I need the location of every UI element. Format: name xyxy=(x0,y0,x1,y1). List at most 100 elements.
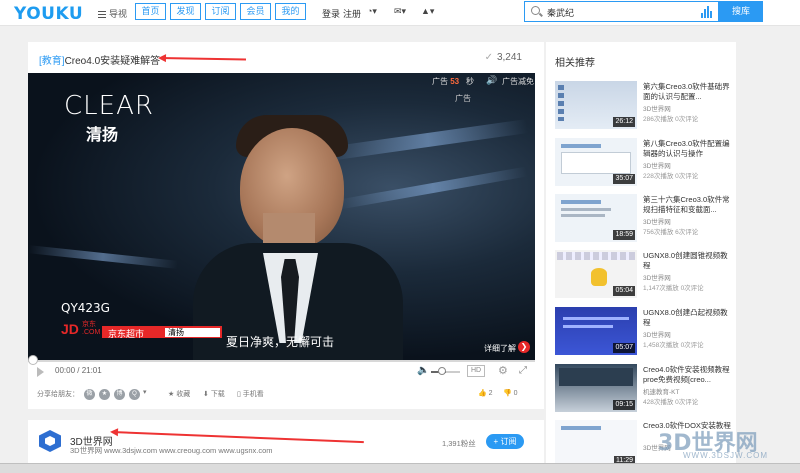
register-link[interactable]: 注册 xyxy=(343,7,361,20)
nav-tab-discover[interactable]: 发现 xyxy=(170,3,201,20)
video-thumbnail[interactable]: 11:29 xyxy=(555,420,637,468)
ad-seconds-unit: 秒 xyxy=(466,77,474,86)
rec-title[interactable]: Creo4.0软件安装视频教程proe免费视频[creo... xyxy=(643,365,735,385)
avatar[interactable] xyxy=(39,430,61,452)
search-input[interactable]: 秦武纪 xyxy=(547,6,574,19)
rec-author[interactable]: 机速教育-KT xyxy=(643,386,679,396)
volume-handle[interactable] xyxy=(438,367,446,375)
ad-label: 广告 xyxy=(455,94,471,103)
rec-title[interactable]: 第三十六集Creo3.0软件常规扫描特征和变截面... xyxy=(643,195,735,215)
weibo-icon[interactable]: 博 xyxy=(114,389,125,400)
trending-icon[interactable] xyxy=(700,6,712,18)
list-item[interactable]: 05:07 UGNX8.0创建凸起视频教程 3D世界网 1,458次播放 0次评… xyxy=(555,307,735,355)
duration-badge: 26:12 xyxy=(613,117,635,127)
video-thumbnail[interactable]: 05:07 xyxy=(555,307,637,355)
view-count: ✓ 3,241 xyxy=(484,52,522,63)
play-icon[interactable] xyxy=(37,367,44,377)
dislike-button[interactable]: 👎 0 xyxy=(503,389,518,397)
login-link[interactable]: 登录 xyxy=(322,7,340,20)
rec-author[interactable]: 3D世界网 xyxy=(643,103,671,113)
related-sidebar: 相关推荐 26:12 第六集Creo3.0软件基础界面的认识与配置... 3D世… xyxy=(546,42,736,473)
search-icon xyxy=(531,6,540,15)
ad-brand-logo: CLEAR xyxy=(64,91,154,121)
upload-icon[interactable]: ▲▾ xyxy=(421,6,434,17)
time-display: 00:00 / 21:01 xyxy=(55,366,102,375)
ad-product-code: QY423G xyxy=(61,301,110,315)
youku-logo[interactable]: YOUKU xyxy=(14,4,83,24)
ad-detail-link[interactable]: 详细了解 xyxy=(484,343,516,354)
wechat-icon[interactable]: 微 xyxy=(84,389,95,400)
volume-track xyxy=(446,371,460,373)
mobile-button[interactable]: ▯ 手机看 xyxy=(237,389,264,399)
list-item[interactable]: 18:59 第三十六集Creo3.0软件常规扫描特征和变截面... 3D世界网 … xyxy=(555,194,735,242)
search-box[interactable]: 秦武纪 xyxy=(524,1,719,22)
list-item[interactable]: 35:07 第八集Creo3.0软件配置编辑器的认识与操作 3D世界网 228次… xyxy=(555,138,735,186)
rec-author[interactable]: 3D世界网 xyxy=(643,272,671,282)
watermark-url: WWW.3DSJW.COM xyxy=(683,451,768,460)
history-icon[interactable]: ◔▾ xyxy=(367,6,377,17)
rec-stats: 428次播放 0次评论 xyxy=(643,399,699,406)
volume-icon[interactable]: 🔈 xyxy=(417,365,429,376)
search-button[interactable]: 搜库 xyxy=(719,1,763,22)
ad-countdown: 广告 53 xyxy=(432,77,460,86)
list-item[interactable]: 26:12 第六集Creo3.0软件基础界面的认识与配置... 3D世界网 28… xyxy=(555,81,735,129)
rec-stats: 1,458次播放 0次评论 xyxy=(643,342,704,349)
video-thumbnail[interactable]: 26:12 xyxy=(555,81,637,129)
mail-icon[interactable]: ✉▾ xyxy=(394,6,406,17)
guide-menu[interactable]: 导视 xyxy=(98,7,127,20)
guide-label: 导视 xyxy=(109,9,128,19)
like-button[interactable]: 👍 2 xyxy=(478,389,493,397)
video-thumbnail[interactable]: 09:15 xyxy=(555,364,637,412)
list-item[interactable]: 05:04 UGNX8.0创建圆锥视频教程 3D世界网 1,147次播放 0次评… xyxy=(555,250,735,298)
video-thumbnail[interactable]: 18:59 xyxy=(555,194,637,242)
jd-logo-text: 京东 .COM xyxy=(82,321,101,336)
ad-volume-icon[interactable]: 🔊 xyxy=(486,75,497,86)
rec-stats: 286次播放 0次评论 xyxy=(643,116,699,123)
rec-stats: 756次播放 6次评论 xyxy=(643,229,699,236)
qzone-icon[interactable]: ★ xyxy=(99,389,110,400)
nav-tab-subscribe[interactable]: 订阅 xyxy=(205,3,236,20)
nav-tab-vip[interactable]: 会员 xyxy=(240,3,271,20)
rec-title[interactable]: 第八集Creo3.0软件配置编辑器的认识与操作 xyxy=(643,139,735,159)
video-category-link[interactable]: [教育] xyxy=(39,56,65,67)
fan-count: 1,391粉丝 xyxy=(442,439,476,448)
duration-badge: 18:59 xyxy=(613,230,635,240)
video-thumbnail[interactable]: 05:04 xyxy=(555,250,637,298)
nav-tab-home[interactable]: 首页 xyxy=(135,3,166,20)
rec-title[interactable]: UGNX8.0创建凸起视频教程 xyxy=(643,308,735,328)
duration-badge: 05:04 xyxy=(613,286,635,296)
ad-reduce-button[interactable]: 广告减免 xyxy=(502,76,534,87)
cylinder-shape xyxy=(591,268,607,286)
gear-icon[interactable]: ⚙ xyxy=(498,364,508,377)
jd-logo: JD xyxy=(61,321,79,337)
desktop-icons xyxy=(558,85,564,121)
share-more-icon[interactable]: ▾ xyxy=(143,388,147,396)
video-card: [教育]Creo4.0安装疑难解答 ✓ 3,241 CLEAR 清扬 广告 53 … xyxy=(28,42,544,409)
duration-badge: 09:15 xyxy=(613,400,635,410)
rec-title[interactable]: UGNX8.0创建圆锥视频教程 xyxy=(643,251,735,271)
rec-author[interactable]: 3D世界网 xyxy=(643,329,671,339)
sidebar-title: 相关推荐 xyxy=(555,58,595,69)
fullscreen-icon[interactable]: ⤢ xyxy=(519,365,527,376)
nav-tab-mine[interactable]: 我的 xyxy=(275,3,306,20)
video-player[interactable]: CLEAR 清扬 广告 53 秒 🔊 广告减免 广告 QY423G JD 京东.… xyxy=(28,73,535,360)
thumb-window xyxy=(559,368,633,386)
quality-button[interactable]: HD xyxy=(467,365,485,377)
download-button[interactable]: ⬇ 下载 xyxy=(203,389,225,399)
qq-icon[interactable]: Q xyxy=(129,389,140,400)
main-nav: 首页 发现 订阅 会员 我的 xyxy=(135,3,310,20)
list-item[interactable]: 09:15 Creo4.0软件安装视频教程proe免费视频[creo... 机速… xyxy=(555,364,735,412)
rec-author[interactable]: 3D世界网 xyxy=(643,216,671,226)
rec-author[interactable]: 3D世界网 xyxy=(643,160,671,170)
ad-detail-arrow-icon[interactable]: ❯ xyxy=(518,341,530,353)
share-label: 分享给朋友： xyxy=(37,391,79,398)
rec-stats: 1,147次播放 0次评论 xyxy=(643,285,704,292)
rec-title[interactable]: 第六集Creo3.0软件基础界面的认识与配置... xyxy=(643,82,735,102)
duration-badge: 35:07 xyxy=(613,174,635,184)
thumb-toolbar xyxy=(557,252,635,260)
browser-statusbar xyxy=(0,463,800,473)
video-thumbnail[interactable]: 35:07 xyxy=(555,138,637,186)
subscribe-button[interactable]: + 订阅 xyxy=(486,434,524,449)
thumb-line xyxy=(561,214,605,217)
favorite-button[interactable]: ★ 收藏 xyxy=(168,389,190,399)
